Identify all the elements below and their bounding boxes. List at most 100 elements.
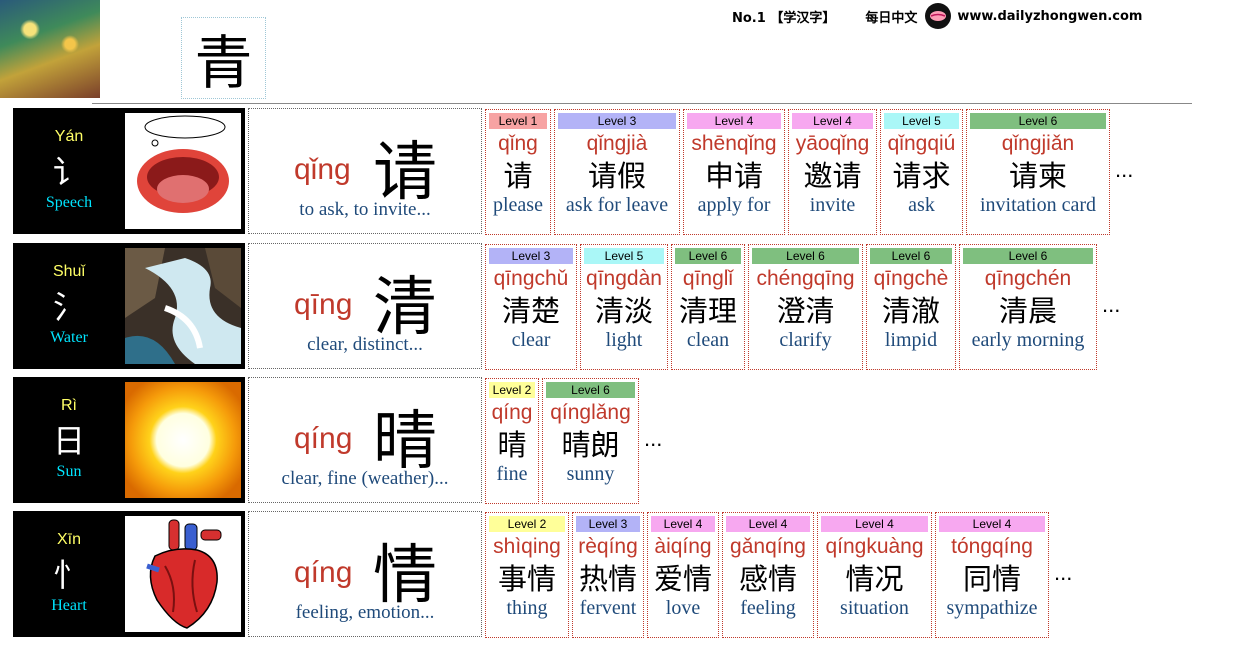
word-english: please — [493, 194, 543, 216]
level-badge: Level 1 — [489, 113, 547, 129]
more-ellipsis[interactable]: ... — [644, 426, 662, 452]
word-english: fervent — [579, 597, 637, 619]
word-card[interactable]: Level 6 qīngchè 清澈 limpid — [866, 244, 956, 370]
head-character-card: qīng 清 clear, distinct... — [248, 243, 482, 369]
more-ellipsis[interactable]: ... — [1054, 560, 1072, 586]
word-pinyin: qǐngqiú — [887, 132, 956, 155]
word-english: fine — [496, 463, 528, 485]
word-pinyin: qíng — [491, 401, 533, 424]
word-card[interactable]: Level 4 gǎnqíng 感情 feeling — [722, 512, 814, 638]
head-definition: clear, fine (weather)... — [281, 468, 449, 489]
street-painting-image — [0, 0, 100, 98]
lips-logo-icon — [925, 3, 952, 29]
word-hanzi: 事情 — [497, 562, 556, 596]
word-card[interactable]: Level 2 qíng 晴 fine — [485, 378, 539, 504]
radical-pinyin: Xīn — [56, 531, 81, 548]
radical-pinyin: Rì — [61, 397, 77, 414]
radical-meaning: Heart — [51, 597, 87, 614]
word-english: light — [605, 329, 643, 351]
head-character-card: qǐng 请 to ask, to invite... — [248, 108, 482, 234]
word-hanzi: 邀请 — [803, 159, 862, 193]
radical-pinyin: Yán — [54, 128, 84, 145]
word-pinyin: qīngchè — [873, 267, 949, 290]
word-pinyin: qīnglǐ — [682, 267, 734, 290]
word-pinyin: rèqíng — [578, 535, 638, 558]
word-english: ask — [908, 194, 935, 216]
head-definition: feeling, emotion... — [295, 602, 435, 623]
character-row-qing-sunny: Rì 日 Sun qíng 晴 clear, fine (weather)...… — [13, 377, 1233, 505]
word-english: early morning — [971, 329, 1085, 351]
word-pinyin: shēnqǐng — [691, 132, 777, 155]
word-hanzi: 请假 — [587, 159, 646, 193]
radical-meaning: Water — [50, 329, 88, 346]
word-pinyin: qīngchén — [984, 267, 1072, 290]
word-card[interactable]: Level 3 qīngchǔ 清楚 clear — [485, 244, 577, 370]
word-list: Level 2 qíng 晴 fine Level 6 qínglǎng 晴朗 … — [485, 378, 662, 504]
word-hanzi: 请柬 — [1008, 159, 1067, 193]
word-hanzi: 请 — [503, 159, 533, 193]
word-card[interactable]: Level 4 shēnqǐng 申请 apply for — [683, 109, 785, 235]
level-badge: Level 6 — [970, 113, 1106, 129]
head-pinyin: qǐng — [294, 153, 351, 186]
site-url[interactable]: www.dailyzhongwen.com — [957, 9, 1142, 24]
word-pinyin: qīngdàn — [586, 267, 662, 290]
word-english: clear — [511, 329, 551, 351]
word-card[interactable]: Level 5 qǐngqiú 请求 ask — [880, 109, 963, 235]
word-card[interactable]: Level 5 qīngdàn 清淡 light — [580, 244, 668, 370]
radical-panel: Shuǐ 氵 Water — [13, 243, 245, 369]
level-badge: Level 6 — [675, 248, 741, 264]
word-card[interactable]: Level 4 àiqíng 爱情 love — [647, 512, 719, 638]
word-hanzi: 热情 — [578, 562, 637, 596]
word-card[interactable]: Level 6 qínglǎng 晴朗 sunny — [542, 378, 639, 504]
word-pinyin: qǐngjiǎn — [1001, 132, 1075, 155]
level-badge: Level 6 — [752, 248, 859, 264]
word-list: Level 2 shìqing 事情 thing Level 3 rèqíng … — [485, 512, 1072, 638]
word-card[interactable]: Level 6 qǐngjiǎn 请柬 invitation card — [966, 109, 1110, 235]
word-pinyin: chéngqīng — [756, 267, 855, 290]
head-pinyin: qíng — [294, 556, 353, 589]
more-ellipsis[interactable]: ... — [1115, 157, 1133, 183]
word-card[interactable]: Level 4 qíngkuàng 情况 situation — [817, 512, 932, 638]
word-hanzi: 申请 — [704, 159, 763, 193]
level-badge: Level 4 — [651, 516, 715, 532]
level-badge: Level 4 — [939, 516, 1045, 532]
radical-panel: Yán 讠 Speech — [13, 108, 245, 234]
word-english: clean — [686, 329, 730, 351]
level-badge: Level 2 — [489, 382, 535, 398]
word-hanzi: 晴朗 — [561, 428, 620, 462]
head-pinyin: qīng — [294, 288, 353, 321]
word-card[interactable]: Level 6 qīnglǐ 清理 clean — [671, 244, 745, 370]
word-card[interactable]: Level 3 qǐngjià 请假 ask for leave — [554, 109, 680, 235]
word-card[interactable]: Level 3 rèqíng 热情 fervent — [572, 512, 644, 638]
word-list: Level 1 qǐng 请 please Level 3 qǐngjià 请假… — [485, 109, 1133, 235]
word-hanzi: 清晨 — [998, 294, 1057, 328]
site-label: No.1 【学汉字】 — [732, 10, 836, 26]
heart-picture — [125, 516, 241, 632]
word-hanzi: 请求 — [892, 159, 951, 193]
word-card[interactable]: Level 4 yāoqǐng 邀请 invite — [788, 109, 877, 235]
word-pinyin: qīngchǔ — [493, 267, 569, 290]
level-badge: Level 3 — [576, 516, 640, 532]
word-hanzi: 情况 — [845, 562, 904, 596]
radical-glyph: 讠 — [52, 153, 85, 191]
word-hanzi: 晴 — [497, 428, 527, 462]
word-card[interactable]: Level 2 shìqing 事情 thing — [485, 512, 569, 638]
radical-panel: Rì 日 Sun — [13, 377, 245, 503]
word-english: invitation card — [979, 194, 1097, 216]
character-row-qing-feeling: Xīn 忄 Heart qíng 情 feeling, emotion... L… — [13, 511, 1233, 639]
word-hanzi: 同情 — [962, 562, 1021, 596]
word-english: feeling — [740, 597, 796, 619]
radical-glyph: 氵 — [52, 288, 85, 326]
word-card[interactable]: Level 6 chéngqīng 澄清 clarify — [748, 244, 863, 370]
word-pinyin: gǎnqíng — [730, 535, 806, 558]
level-badge: Level 3 — [489, 248, 573, 264]
more-ellipsis[interactable]: ... — [1102, 292, 1120, 318]
radical-panel: Xīn 忄 Heart — [13, 511, 245, 637]
brand-name: 每日中文 — [865, 10, 918, 26]
word-card[interactable]: Level 6 qīngchén 清晨 early morning — [959, 244, 1097, 370]
word-card[interactable]: Level 4 tóngqíng 同情 sympathize — [935, 512, 1049, 638]
level-badge: Level 3 — [558, 113, 676, 129]
word-hanzi: 清楚 — [501, 294, 560, 328]
word-card[interactable]: Level 1 qǐng 请 please — [485, 109, 551, 235]
sun-picture — [125, 382, 241, 498]
